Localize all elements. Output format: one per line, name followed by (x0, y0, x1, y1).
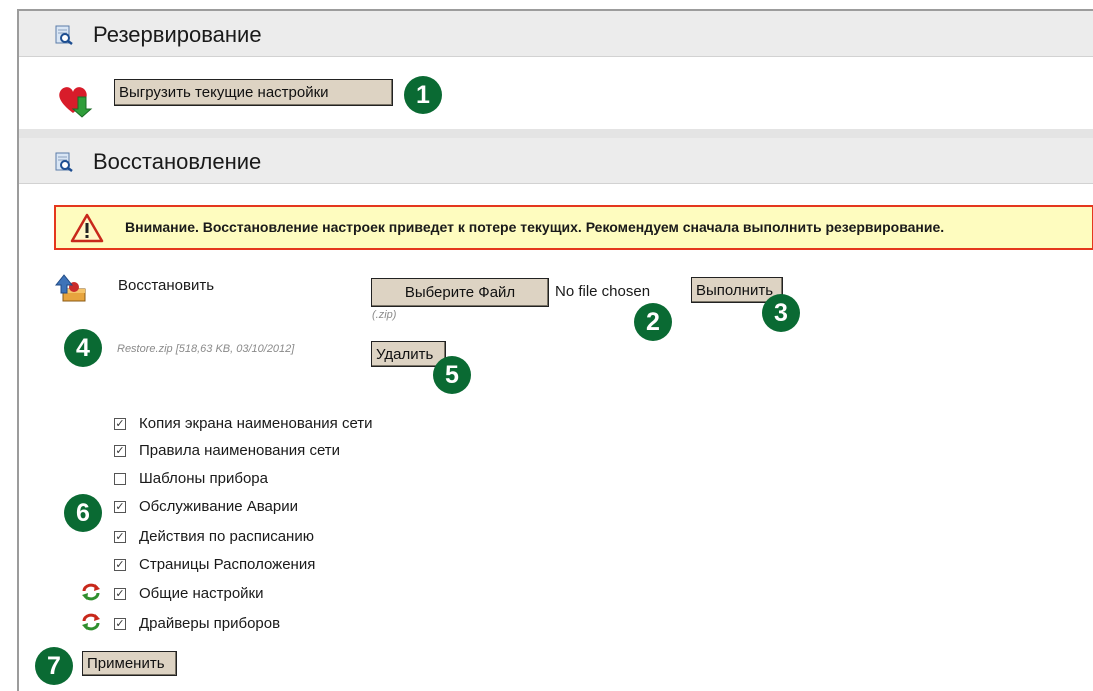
option-checkbox[interactable]: ✓ (114, 559, 126, 571)
option-label: Копия экрана наименования сети (139, 415, 373, 432)
option-label: Действия по расписанию (139, 528, 314, 545)
option-label: Драйверы приборов (139, 615, 281, 632)
refresh-icon (82, 583, 100, 601)
option-checkbox[interactable]: ✓ (114, 418, 126, 430)
warning-icon (70, 213, 104, 243)
option-checkbox[interactable]: ✓ (114, 588, 126, 600)
option-checkbox[interactable]: ✓ (114, 618, 126, 630)
refresh-icon (82, 613, 100, 631)
no-file-text: No file chosen (555, 283, 651, 300)
option-checkbox[interactable]: ✓ (114, 445, 126, 457)
backup-section-title: Резервирование (93, 22, 262, 47)
warning-banner: Внимание. Восстановление настроек привед… (54, 205, 1093, 250)
badge-6: 6 (64, 494, 102, 532)
badge-5: 5 (433, 356, 471, 394)
option-label: Общие настройки (139, 585, 264, 602)
export-settings-button[interactable]: Выгрузить текущие настройки (114, 79, 393, 106)
warning-text: Внимание. Восстановление настроек привед… (125, 219, 945, 235)
restore-section-title: Восстановление (93, 149, 262, 174)
option-label: Шаблоны прибора (139, 470, 268, 487)
option-checkbox[interactable]: ✓ (114, 501, 126, 513)
delete-button[interactable]: Удалить (371, 341, 446, 367)
option-label: Обслуживание Аварии (139, 498, 298, 515)
restore-upload-icon (55, 274, 86, 302)
document-search-icon (55, 152, 73, 172)
choose-file-button[interactable]: Выберите Файл (371, 278, 549, 307)
option-label: Страницы Расположения (139, 556, 316, 573)
settings-frame: Резервирование Выгрузить текущие настрой… (17, 9, 1093, 691)
badge-4: 4 (64, 329, 102, 367)
option-checkbox[interactable] (114, 473, 126, 485)
apply-button[interactable]: Применить (82, 651, 177, 676)
restore-section-header: Восстановление (19, 138, 1093, 184)
option-checkbox[interactable]: ✓ (114, 531, 126, 543)
option-label: Правила наименования сети (139, 442, 341, 459)
badge-7: 7 (35, 647, 73, 685)
restore-label: Восстановить (118, 277, 215, 294)
badge-3: 3 (762, 294, 800, 332)
badge-2: 2 (634, 303, 672, 341)
file-info: Restore.zip [518,63 KB, 03/10/2012] (117, 343, 295, 355)
heart-download-icon (59, 87, 93, 118)
document-search-icon (55, 25, 73, 45)
zip-hint: (.zip) (372, 309, 397, 321)
badge-1: 1 (404, 76, 442, 114)
backup-section-header: Резервирование (19, 11, 1093, 57)
